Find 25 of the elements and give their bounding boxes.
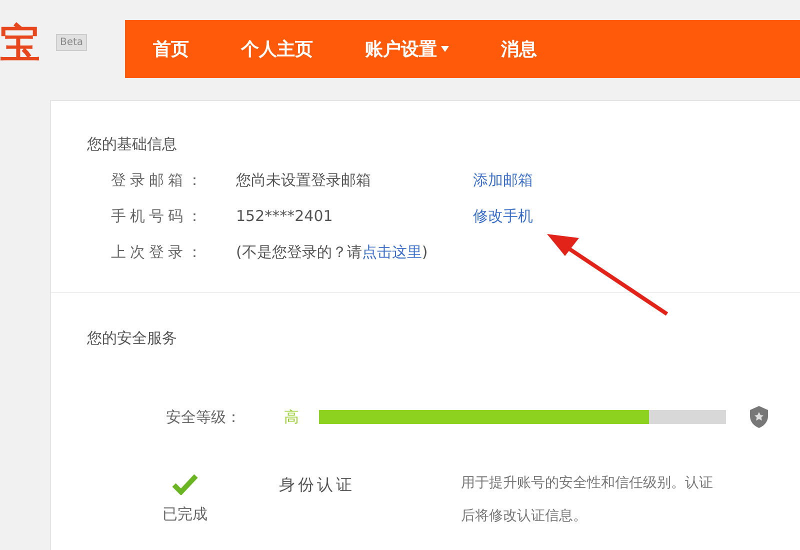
- action-link[interactable]: 修改手机: [473, 205, 533, 228]
- level-text: 高: [284, 406, 300, 428]
- nav-link[interactable]: 账户设置: [365, 36, 449, 62]
- nav-link[interactable]: 首页: [153, 36, 189, 62]
- nav-link[interactable]: 消息: [501, 36, 537, 62]
- service-name: 身份认证: [279, 474, 356, 496]
- logo: 宝: [0, 20, 41, 68]
- field-label: 手机号码：: [111, 206, 207, 228]
- level-label: 安全等级：: [166, 406, 242, 428]
- field-label: 登录邮箱：: [111, 170, 207, 192]
- status-text: 已完成: [162, 504, 208, 525]
- caret-icon: [441, 46, 449, 52]
- service-description: 后将修改认证信息。: [461, 507, 588, 526]
- section-title: 您的安全服务: [87, 328, 178, 348]
- action-link[interactable]: 添加邮箱: [473, 169, 533, 192]
- field-value: 152****2401: [236, 206, 334, 228]
- nav-link[interactable]: 个人主页: [241, 36, 313, 62]
- field-label: 上次登录：: [111, 242, 207, 264]
- beta-badge: Beta: [56, 34, 88, 51]
- service-description: 用于提升账号的安全性和信任级别。认证: [461, 474, 713, 493]
- shield-icon: [748, 405, 770, 429]
- section-title: 您的基础信息: [87, 134, 178, 155]
- field-value: (不是您登录的？请点击这里): [236, 242, 428, 264]
- action-link[interactable]: 点击这里: [362, 243, 422, 262]
- field-value: 您尚未设置登录邮箱: [236, 170, 372, 192]
